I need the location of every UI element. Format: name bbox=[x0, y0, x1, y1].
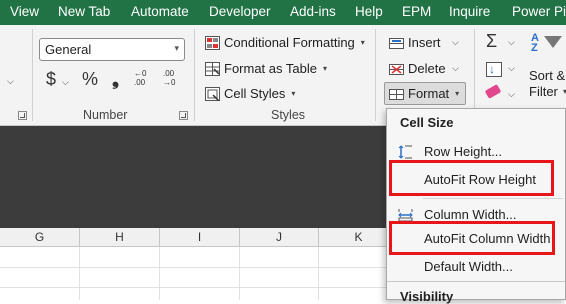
sort-az-icon: AZ bbox=[531, 32, 539, 54]
column-header-i[interactable]: I bbox=[160, 228, 240, 247]
format-cells-icon bbox=[389, 87, 404, 101]
number-format-value: General bbox=[45, 42, 92, 57]
highlight-box bbox=[389, 221, 555, 255]
column-width-icon bbox=[398, 208, 413, 222]
tab-new-tab[interactable]: New Tab bbox=[58, 4, 110, 19]
format-as-table-label: Format as Table bbox=[224, 61, 317, 76]
insert-cells-icon bbox=[389, 36, 404, 50]
comma-style-button[interactable]: ❟ bbox=[112, 69, 119, 90]
decrease-decimal-button[interactable]: .00 →0 bbox=[163, 69, 185, 89]
chevron-down-icon: ▾ bbox=[174, 43, 179, 53]
conditional-formatting-label: Conditional Formatting bbox=[224, 35, 355, 50]
chevron-down-icon: ▾ bbox=[455, 89, 460, 98]
cell-size-heading: Cell Size bbox=[400, 115, 454, 130]
sort-filter-label-line1: Sort & bbox=[529, 68, 566, 83]
chevron-down-icon[interactable]: ⌵ bbox=[508, 63, 515, 74]
insert-label: Insert bbox=[408, 35, 441, 50]
delete-label: Delete bbox=[408, 61, 446, 76]
column-header-j[interactable]: J bbox=[240, 228, 319, 247]
chevron-down-icon[interactable]: ⌵ bbox=[62, 77, 69, 88]
number-format-dropdown[interactable]: General ▾ bbox=[39, 38, 185, 61]
sort-filter-button[interactable]: AZ Sort & Filter ▾ bbox=[527, 33, 566, 105]
conditional-formatting-icon bbox=[205, 35, 220, 50]
tab-epm[interactable]: EPM bbox=[402, 4, 431, 19]
column-header-g[interactable]: G bbox=[0, 228, 80, 247]
chevron-down-icon[interactable]: ⌵ bbox=[452, 63, 459, 74]
tab-automate[interactable]: Automate bbox=[131, 4, 189, 19]
cell-styles-icon bbox=[205, 86, 220, 101]
sort-filter-label-line2: Filter bbox=[529, 84, 558, 99]
tab-add-ins[interactable]: Add-ins bbox=[290, 4, 336, 19]
cell-styles-button[interactable]: Cell Styles ▾ bbox=[205, 86, 295, 101]
alignment-dialog-launcher-icon[interactable] bbox=[18, 111, 27, 120]
format-label: Format bbox=[408, 86, 450, 101]
delete-cells-icon bbox=[389, 62, 404, 76]
autosum-button[interactable]: Σ bbox=[486, 31, 497, 52]
ribbon-tab-bar: View New Tab Automate Developer Add-ins … bbox=[0, 0, 566, 25]
menu-divider bbox=[387, 281, 565, 282]
chevron-down-icon: ▾ bbox=[322, 64, 327, 73]
number-group-label: Number bbox=[83, 108, 128, 122]
chevron-down-icon[interactable]: ⌵ bbox=[508, 89, 515, 100]
eraser-icon bbox=[484, 84, 502, 99]
gridline bbox=[79, 247, 80, 300]
accounting-format-button[interactable]: $ bbox=[46, 69, 56, 90]
delete-button[interactable]: Delete bbox=[389, 61, 446, 76]
chevron-down-icon: ▾ bbox=[291, 89, 296, 98]
number-dialog-launcher-icon[interactable] bbox=[179, 111, 188, 120]
default-width-menu-item[interactable]: Default Width... bbox=[387, 255, 565, 279]
decrease-decimal-icon: .00 →0 bbox=[163, 69, 176, 87]
chevron-down-icon[interactable]: ⌵ bbox=[508, 37, 515, 48]
percent-style-button[interactable]: % bbox=[82, 69, 98, 90]
increase-decimal-button[interactable]: ←0 .00 bbox=[134, 69, 156, 89]
highlight-box bbox=[389, 160, 554, 196]
fill-button[interactable]: ↓ bbox=[486, 62, 502, 77]
tab-power-pivot[interactable]: Power Piv bbox=[512, 4, 566, 19]
column-header-h[interactable]: H bbox=[80, 228, 160, 247]
styles-group-label: Styles bbox=[271, 108, 306, 122]
tab-view[interactable]: View bbox=[10, 4, 39, 19]
clear-button[interactable] bbox=[484, 84, 502, 99]
chevron-down-icon: ▾ bbox=[360, 38, 365, 47]
filter-icon bbox=[544, 36, 562, 48]
arrow-down-icon: ↓ bbox=[489, 62, 495, 76]
format-button[interactable]: Format ▾ bbox=[384, 82, 466, 105]
conditional-formatting-button[interactable]: Conditional Formatting ▾ bbox=[205, 35, 365, 50]
row-height-label: Row Height... bbox=[424, 144, 503, 159]
group-divider bbox=[32, 29, 33, 121]
increase-decimal-icon: ←0 .00 bbox=[134, 69, 147, 87]
format-as-table-button[interactable]: Format as Table ▾ bbox=[205, 61, 327, 76]
row-height-icon bbox=[398, 145, 413, 159]
column-width-label: Column Width... bbox=[424, 207, 517, 222]
gridline bbox=[318, 247, 319, 300]
tab-developer[interactable]: Developer bbox=[209, 4, 271, 19]
default-width-label: Default Width... bbox=[424, 259, 513, 274]
format-as-table-icon bbox=[205, 61, 220, 76]
chevron-down-icon[interactable]: ⌵ bbox=[7, 76, 14, 87]
tab-inquire[interactable]: Inquire bbox=[449, 4, 490, 19]
visibility-heading: Visibility bbox=[400, 289, 454, 304]
group-divider bbox=[194, 29, 195, 121]
cell-styles-label: Cell Styles bbox=[224, 86, 286, 101]
format-dropdown-menu: Cell Size Row Height... AutoFit Row Heig… bbox=[386, 108, 566, 304]
tab-help[interactable]: Help bbox=[355, 4, 383, 19]
chevron-down-icon[interactable]: ⌵ bbox=[452, 37, 459, 48]
gridline bbox=[239, 247, 240, 300]
menu-divider bbox=[423, 198, 563, 199]
group-divider bbox=[375, 29, 376, 121]
insert-button[interactable]: Insert bbox=[389, 35, 441, 50]
gridline bbox=[159, 247, 160, 300]
